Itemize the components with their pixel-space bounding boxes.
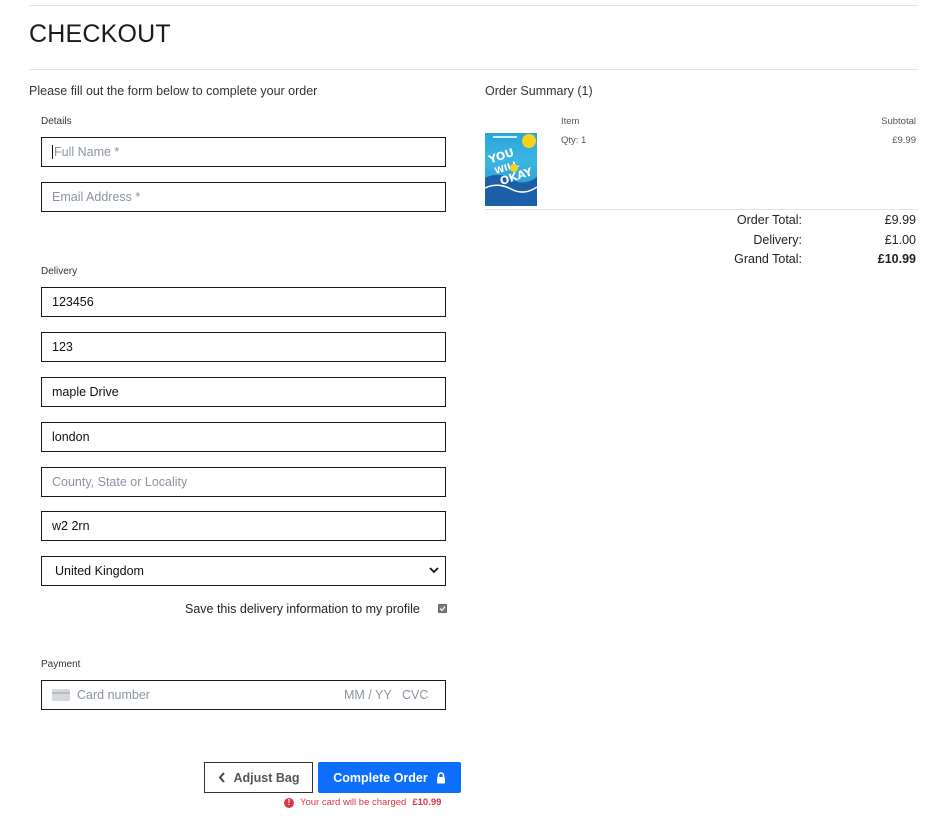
text-caret — [52, 145, 53, 159]
delivery-cost-value: £1.00 — [884, 233, 916, 247]
order-total-label: Order Total: — [736, 213, 802, 227]
county-field[interactable]: County, State or Locality — [41, 467, 446, 497]
charge-notice: ! Your card will be charged £10.99 — [284, 797, 441, 808]
street-address-1-value: 123 — [52, 340, 73, 354]
title-divider — [29, 69, 918, 70]
expiry-placeholder: MM / YY — [344, 688, 392, 702]
page-title: CHECKOUT — [29, 20, 171, 48]
adjust-bag-button[interactable]: Adjust Bag — [204, 762, 313, 793]
country-value: United Kingdom — [55, 564, 144, 578]
town-field[interactable]: london — [41, 422, 446, 452]
email-placeholder: Email Address * — [52, 190, 141, 204]
charge-amount: £10.99 — [412, 797, 442, 808]
alert-icon: ! — [284, 797, 294, 808]
country-select[interactable]: United Kingdom — [41, 556, 446, 586]
order-total-value: £9.99 — [884, 213, 916, 227]
adjust-bag-label: Adjust Bag — [233, 770, 300, 785]
phone-value: 123456 — [52, 295, 94, 309]
payment-label: Payment — [41, 659, 81, 670]
details-label: Details — [41, 116, 72, 127]
phone-field[interactable]: 123456 — [41, 287, 446, 317]
card-field[interactable]: Card number MM / YY CVC — [41, 680, 446, 710]
product-image[interactable]: YOU WILL OKAY — [485, 133, 537, 206]
item-qty: Qty: 1 — [561, 135, 587, 146]
postcode-field[interactable]: w2 2rn — [41, 511, 446, 541]
email-field[interactable]: Email Address * — [41, 182, 446, 212]
order-summary-title: Order Summary (1) — [485, 84, 593, 98]
grand-total-label: Grand Total: — [734, 252, 802, 266]
street-address-2-field[interactable]: maple Drive — [41, 377, 446, 407]
top-divider — [29, 5, 918, 6]
delivery-cost-label: Delivery: — [753, 233, 802, 247]
full-name-field[interactable]: Full Name * — [41, 137, 446, 167]
save-info-label: Save this delivery information to my pro… — [185, 602, 420, 616]
book-cover-art: YOU WILL OKAY — [485, 134, 537, 206]
charge-notice-text: Your card will be charged — [300, 797, 407, 808]
card-number-placeholder: Card number — [77, 688, 150, 702]
chevron-down-icon — [429, 567, 439, 574]
cvc-placeholder: CVC — [402, 688, 429, 702]
item-subtotal: £9.99 — [892, 135, 916, 146]
street-address-2-value: maple Drive — [52, 385, 119, 399]
item-column-header: Item — [561, 116, 580, 127]
chevron-left-icon — [218, 772, 225, 783]
complete-order-label: Complete Order — [333, 770, 428, 785]
form-intro-text: Please fill out the form below to comple… — [29, 84, 318, 98]
grand-total-value: £10.99 — [877, 252, 916, 266]
credit-card-icon — [52, 689, 70, 701]
delivery-label: Delivery — [41, 266, 78, 277]
complete-order-button[interactable]: Complete Order — [318, 762, 461, 793]
county-placeholder: County, State or Locality — [52, 475, 188, 489]
subtotal-column-header: Subtotal — [881, 116, 916, 127]
save-info-checkbox[interactable] — [438, 604, 447, 613]
full-name-placeholder: Full Name * — [54, 145, 120, 159]
lock-icon — [436, 771, 445, 783]
postcode-value: w2 2rn — [52, 519, 90, 533]
town-value: london — [52, 430, 90, 444]
summary-divider — [485, 209, 918, 210]
street-address-1-field[interactable]: 123 — [41, 332, 446, 362]
checkmark-icon — [439, 606, 446, 612]
